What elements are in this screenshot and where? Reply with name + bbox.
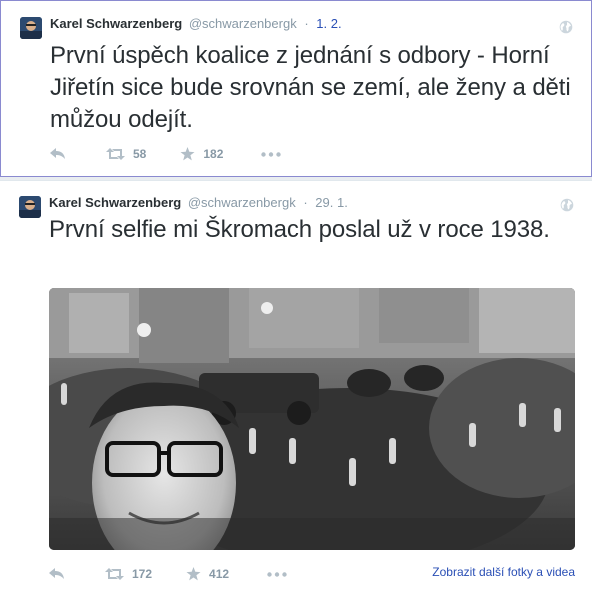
- retweet-count: 58: [133, 147, 147, 161]
- reply-button[interactable]: [49, 568, 69, 580]
- retweet-icon: [105, 568, 124, 580]
- more-dots-icon: [261, 151, 282, 157]
- reply-button[interactable]: [50, 148, 70, 160]
- avatar[interactable]: [20, 17, 42, 39]
- reply-icon: [49, 568, 64, 579]
- tweet-actions: 172 412: [49, 564, 287, 584]
- retweet-count: 172: [132, 567, 153, 581]
- more-button[interactable]: [261, 151, 282, 157]
- tweet-2[interactable]: Karel Schwarzenberg @schwarzenbergk · 29…: [0, 180, 592, 603]
- globe-icon: [560, 198, 574, 212]
- show-more-media-link[interactable]: Zobrazit další fotky a videa: [432, 565, 575, 579]
- retweet-button[interactable]: 172: [105, 567, 152, 581]
- tweet-date-link[interactable]: 1. 2.: [316, 16, 341, 31]
- favorite-button[interactable]: 412: [186, 567, 229, 581]
- star-icon: [180, 147, 195, 161]
- reply-icon: [50, 148, 65, 159]
- favorite-count: 412: [209, 567, 230, 581]
- author-name[interactable]: Karel Schwarzenberg: [49, 195, 181, 210]
- tweet-text: První úspěch koalice z jednání s odbory …: [50, 42, 571, 133]
- tweet-text: První selfie mi Škromach poslal už v roc…: [49, 216, 550, 243]
- retweet-icon: [106, 148, 125, 160]
- author-name[interactable]: Karel Schwarzenberg: [50, 16, 182, 31]
- tweet-header: Karel Schwarzenberg @schwarzenbergk · 29…: [49, 195, 348, 210]
- author-handle[interactable]: @schwarzenbergk: [188, 195, 296, 210]
- tweet-header: Karel Schwarzenberg @schwarzenbergk · 1.…: [50, 16, 342, 31]
- retweet-button[interactable]: 58: [106, 147, 146, 161]
- separator: ·: [304, 16, 309, 31]
- more-dots-icon: [267, 571, 287, 577]
- tweet-photo[interactable]: [49, 288, 575, 550]
- tweet-1[interactable]: Karel Schwarzenberg @schwarzenbergk · 1.…: [0, 0, 592, 177]
- avatar[interactable]: [19, 196, 41, 218]
- globe-icon: [559, 20, 573, 34]
- star-icon: [186, 567, 201, 581]
- more-button[interactable]: [267, 571, 287, 577]
- tweet-date-link[interactable]: 29. 1.: [315, 195, 348, 210]
- tweet-actions: 58 182: [50, 144, 282, 164]
- favorite-button[interactable]: 182: [180, 147, 223, 161]
- author-handle[interactable]: @schwarzenbergk: [189, 16, 297, 31]
- favorite-count: 182: [203, 147, 224, 161]
- separator: ·: [303, 195, 308, 210]
